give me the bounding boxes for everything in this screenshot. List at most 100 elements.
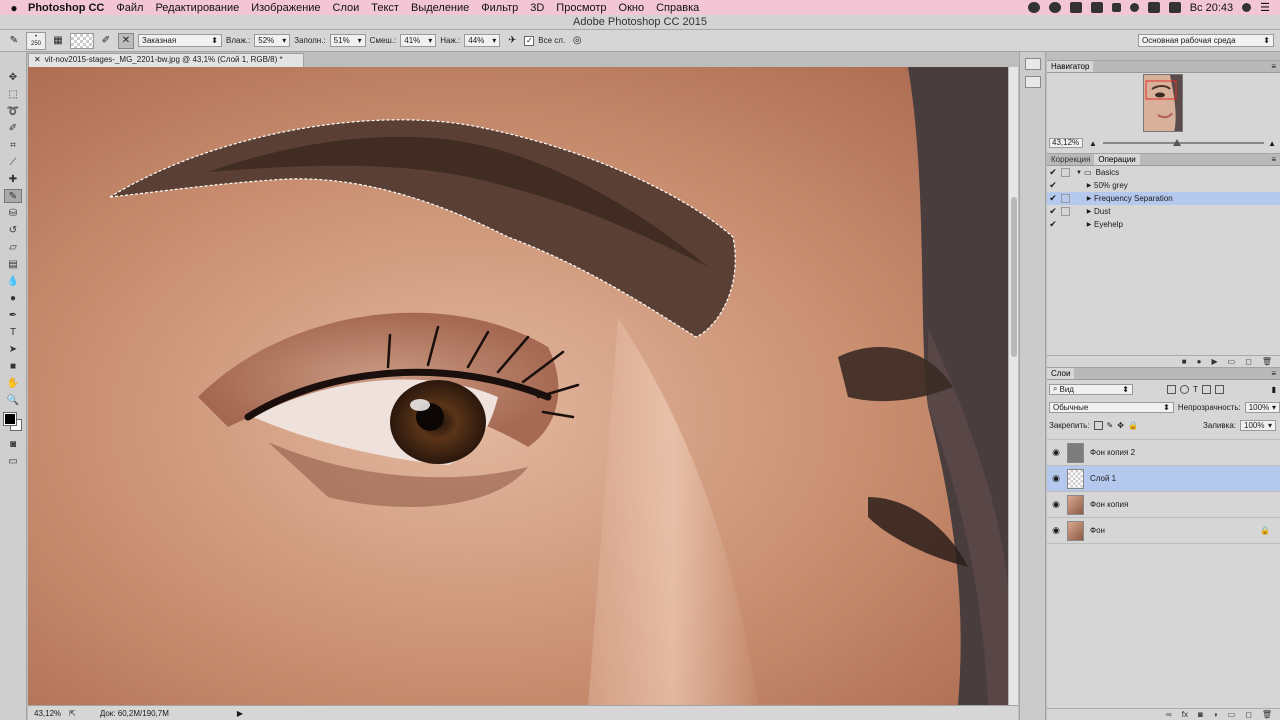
load-brush-icon[interactable]: ✐ <box>98 33 114 49</box>
filter-shape-icon[interactable] <box>1201 384 1211 394</box>
move-tool-icon[interactable]: ✥ <box>4 70 22 84</box>
menu-window[interactable]: Окно <box>619 2 645 14</box>
layer-style-icon[interactable]: fx <box>1182 710 1188 719</box>
navigator-slider-knob[interactable] <box>1172 139 1181 146</box>
navigator-thumbnail[interactable] <box>1143 74 1183 132</box>
action-eyehelp[interactable]: ✔ ▶ Eyehelp <box>1047 218 1280 231</box>
menu-view[interactable]: Просмотр <box>556 2 606 14</box>
dialog-toggle[interactable] <box>1061 207 1070 216</box>
play-icon[interactable]: ▶ <box>1211 357 1217 366</box>
vertical-scrollbar[interactable] <box>1008 67 1018 705</box>
workspace-dropdown[interactable]: Основная рабочая среда ⬍ <box>1138 34 1274 47</box>
filter-type-icon[interactable]: T <box>1193 385 1198 394</box>
menu-edit[interactable]: Редактирование <box>155 2 239 14</box>
crop-tool-icon[interactable]: ⌗ <box>4 138 22 152</box>
menu-type[interactable]: Текст <box>371 2 399 14</box>
notifications-icon[interactable]: ☰ <box>1260 1 1270 14</box>
tab-adjustments[interactable]: Коррекция <box>1047 154 1094 165</box>
menu-3d[interactable]: 3D <box>530 2 544 14</box>
dodge-tool-icon[interactable]: ● <box>4 291 22 305</box>
layer-name[interactable]: Фон копия <box>1090 500 1128 509</box>
rectangle-tool-icon[interactable]: ■ <box>4 359 22 373</box>
lasso-tool-icon[interactable]: ➰ <box>4 104 22 118</box>
layer-name[interactable]: Фон <box>1090 526 1105 535</box>
export-icon[interactable]: ⇱ <box>69 709 76 718</box>
dropbox-icon[interactable] <box>1090 2 1103 13</box>
stop-icon[interactable]: ■ <box>1182 357 1187 366</box>
hand-tool-icon[interactable]: ✋ <box>4 376 22 390</box>
delete-layer-icon[interactable]: 🗑 <box>1262 710 1272 719</box>
layer-filter-dropdown[interactable]: ⌕ Вид ⬍ <box>1049 383 1133 395</box>
navigator-zoom-input[interactable]: 43,12% <box>1049 138 1083 148</box>
blur-tool-icon[interactable]: 💧 <box>4 274 22 288</box>
eye-icon[interactable]: ◉ <box>1047 447 1065 458</box>
layers-menu-icon[interactable]: ≡ <box>1271 368 1280 379</box>
lock-all-icon[interactable]: 🔒 <box>1128 421 1138 430</box>
app-menu[interactable]: Photoshop CC <box>28 2 104 14</box>
navigator-zoom-slider[interactable] <box>1102 139 1264 146</box>
wifi-icon[interactable] <box>1129 3 1139 12</box>
zoom-tool-icon[interactable]: 🔍 <box>4 393 22 407</box>
toggle-check-icon[interactable]: ✔ <box>1047 206 1059 217</box>
layer-row[interactable]: ◉ Фон 🔒 <box>1047 518 1280 544</box>
record-action-icon[interactable]: ● <box>1197 357 1202 366</box>
creative-cloud-icon[interactable] <box>1048 2 1061 13</box>
history-panel-icon[interactable] <box>1024 58 1041 70</box>
tab-navigator[interactable]: Навигатор <box>1047 61 1094 72</box>
brush-size-picker[interactable]: • 250 <box>26 31 46 50</box>
gradient-tool-icon[interactable]: ▤ <box>4 257 22 271</box>
apple-icon[interactable]: ● <box>0 1 28 15</box>
layer-row[interactable]: ◉ Фон копия <box>1047 492 1280 518</box>
pressure-icon[interactable]: ◎ <box>569 33 585 49</box>
dialog-toggle[interactable] <box>1061 168 1070 177</box>
lock-icon[interactable]: 🔒 <box>1260 526 1280 535</box>
close-tab-icon[interactable]: ✕ <box>34 55 41 64</box>
load-input[interactable]: 51% ▾ <box>329 34 366 47</box>
quick-mask-icon[interactable]: ◙ <box>4 437 22 451</box>
healing-brush-tool-icon[interactable]: ✚ <box>4 172 22 186</box>
layer-name[interactable]: Слой 1 <box>1090 474 1116 483</box>
menu-layers[interactable]: Слои <box>333 2 360 14</box>
battery-icon[interactable] <box>1168 2 1181 13</box>
zoom-in-icon[interactable]: ▲ <box>1268 139 1276 148</box>
type-tool-icon[interactable]: T <box>4 325 22 339</box>
pen-tool-icon[interactable]: ✒ <box>4 308 22 322</box>
collapse-triangle-icon[interactable]: ▶ <box>1084 195 1094 202</box>
dialog-toggle[interactable] <box>1061 181 1070 190</box>
pause-icon[interactable] <box>1111 3 1121 12</box>
history-brush-tool-icon[interactable]: ↺ <box>4 223 22 237</box>
new-action-icon[interactable]: ◻ <box>1245 357 1252 366</box>
spotlight-icon[interactable] <box>1242 3 1252 12</box>
layer-row[interactable]: ◉ Слой 1 <box>1047 466 1280 492</box>
layer-row[interactable]: ◉ Фон копия 2 <box>1047 440 1280 466</box>
layer-name[interactable]: Фон копия 2 <box>1090 448 1135 457</box>
wet-input[interactable]: 52% ▾ <box>254 34 291 47</box>
action-set-basics[interactable]: ✔ ▼ ▭ Basics <box>1047 166 1280 179</box>
actions-menu-icon[interactable]: ≡ <box>1271 154 1280 165</box>
new-layer-icon[interactable]: ◻ <box>1245 710 1252 719</box>
record-icon[interactable] <box>1027 2 1040 13</box>
eye-icon[interactable]: ◉ <box>1047 525 1065 536</box>
status-menu-icon[interactable]: ▶ <box>237 709 243 718</box>
collapse-triangle-icon[interactable]: ▶ <box>1084 182 1094 189</box>
screen-mode-icon[interactable]: ▭ <box>4 454 22 468</box>
new-group-icon[interactable]: ▭ <box>1228 710 1236 719</box>
eye-icon[interactable]: ◉ <box>1047 473 1065 484</box>
filter-adjustment-icon[interactable] <box>1180 384 1189 394</box>
filter-pixel-icon[interactable] <box>1167 384 1176 394</box>
dialog-toggle[interactable] <box>1061 220 1070 229</box>
toggle-check-icon[interactable]: ✔ <box>1047 167 1059 178</box>
menu-file[interactable]: Файл <box>116 2 143 14</box>
expand-triangle-icon[interactable]: ▼ <box>1074 170 1084 176</box>
menu-image[interactable]: Изображение <box>251 2 320 14</box>
clock[interactable]: Вс 20:43 <box>1190 2 1233 14</box>
mix-preset-dropdown[interactable]: Заказная ⬍ <box>138 34 222 47</box>
link-layers-icon[interactable]: ∞ <box>1166 710 1172 719</box>
delete-icon[interactable]: 🗑 <box>1262 357 1272 366</box>
status-zoom[interactable]: 43,12% <box>34 709 61 718</box>
action-dust[interactable]: ✔ ▶ Dust <box>1047 205 1280 218</box>
blend-mode-dropdown[interactable]: Обычные ⬍ <box>1049 401 1174 413</box>
lock-position-icon[interactable]: ✥ <box>1117 421 1124 430</box>
document-canvas[interactable] <box>28 67 1008 705</box>
collapse-triangle-icon[interactable]: ▶ <box>1084 208 1094 215</box>
